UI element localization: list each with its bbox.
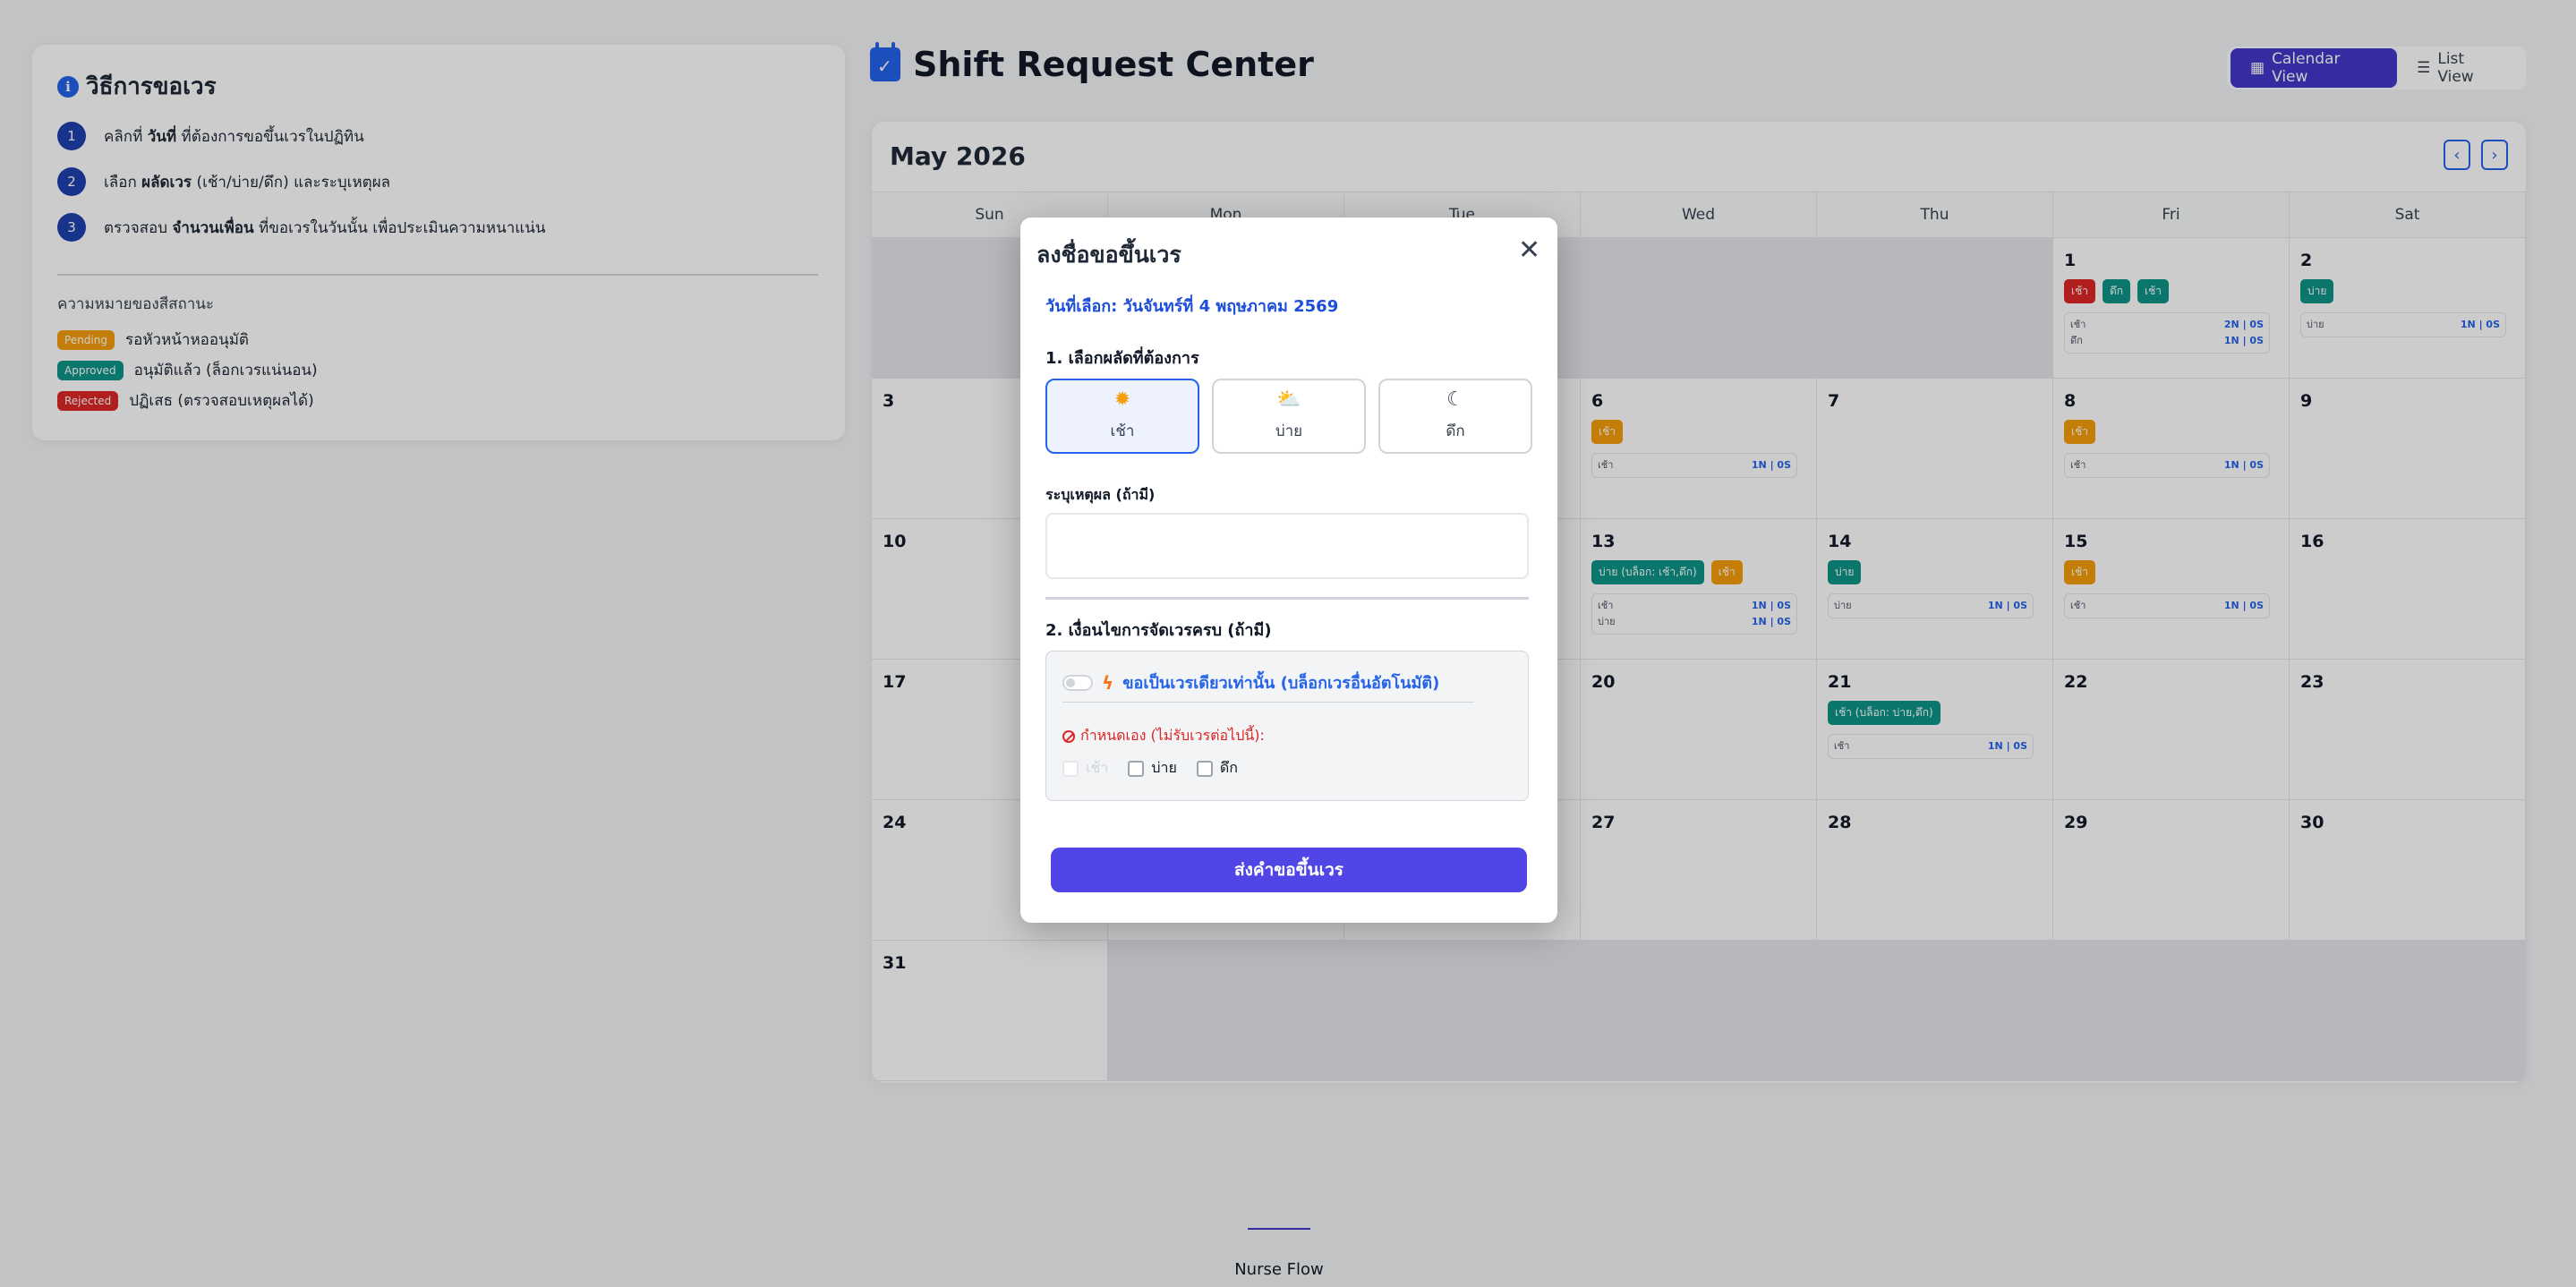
reason-label: ระบุเหตุผล (ถ้ามี) — [1045, 486, 1156, 503]
block-morning-checkbox[interactable]: เช้า — [1062, 757, 1108, 780]
ban-icon — [1062, 729, 1075, 743]
modal-divider — [1045, 597, 1529, 600]
bolt-icon: ϟ — [1102, 671, 1114, 694]
block-afternoon-checkbox[interactable]: บ่าย — [1128, 757, 1177, 780]
close-icon[interactable]: ✕ — [1518, 237, 1540, 264]
block-night-checkbox[interactable]: ดึก — [1196, 757, 1238, 780]
submit-request-button[interactable]: ส่งคำขอขึ้นเวร — [1051, 848, 1527, 892]
shift-option-afternoon[interactable]: ⛅ บ่าย — [1212, 379, 1366, 454]
reason-textarea[interactable] — [1045, 513, 1529, 579]
shift-option-night[interactable]: ☾ ดึก — [1378, 379, 1532, 454]
custom-block-label: กำหนดเอง (ไม่รับเวรต่อไปนี้): — [1062, 725, 1265, 747]
single-shift-toggle-row: ϟ ขอเป็นเวรเดียวเท่านั้น (บล็อกเวรอื่นอั… — [1062, 669, 1439, 695]
selected-date: วันที่เลือก: วันจันทร์ที่ 4 พฤษภาคม 2569 — [1045, 297, 1339, 316]
sun-icon: ✹ — [1113, 388, 1131, 411]
shift-request-modal: ลงชื่อขอขึ้นเวร ✕ วันที่เลือก: วันจันทร์… — [1020, 217, 1557, 923]
shift-options: ✹ เช้า ⛅ บ่าย ☾ ดึก — [1045, 379, 1532, 454]
section-shift-title: 1. เลือกผลัดที่ต้องการ — [1045, 349, 1199, 368]
conditions-divider — [1062, 702, 1474, 703]
section-conditions-title: 2. เงื่อนไขการจัดเวรครบ (ถ้ามี) — [1045, 621, 1272, 640]
moon-icon: ☾ — [1446, 388, 1464, 411]
block-checkboxes: เช้า บ่าย ดึก — [1062, 757, 1238, 780]
modal-title: ลงชื่อขอขึ้นเวร — [1036, 242, 1181, 268]
cloud-sun-icon: ⛅ — [1276, 388, 1301, 411]
conditions-box: ϟ ขอเป็นเวรเดียวเท่านั้น (บล็อกเวรอื่นอั… — [1045, 651, 1529, 801]
shift-option-morning[interactable]: ✹ เช้า — [1045, 379, 1199, 454]
single-shift-toggle[interactable] — [1062, 674, 1093, 691]
